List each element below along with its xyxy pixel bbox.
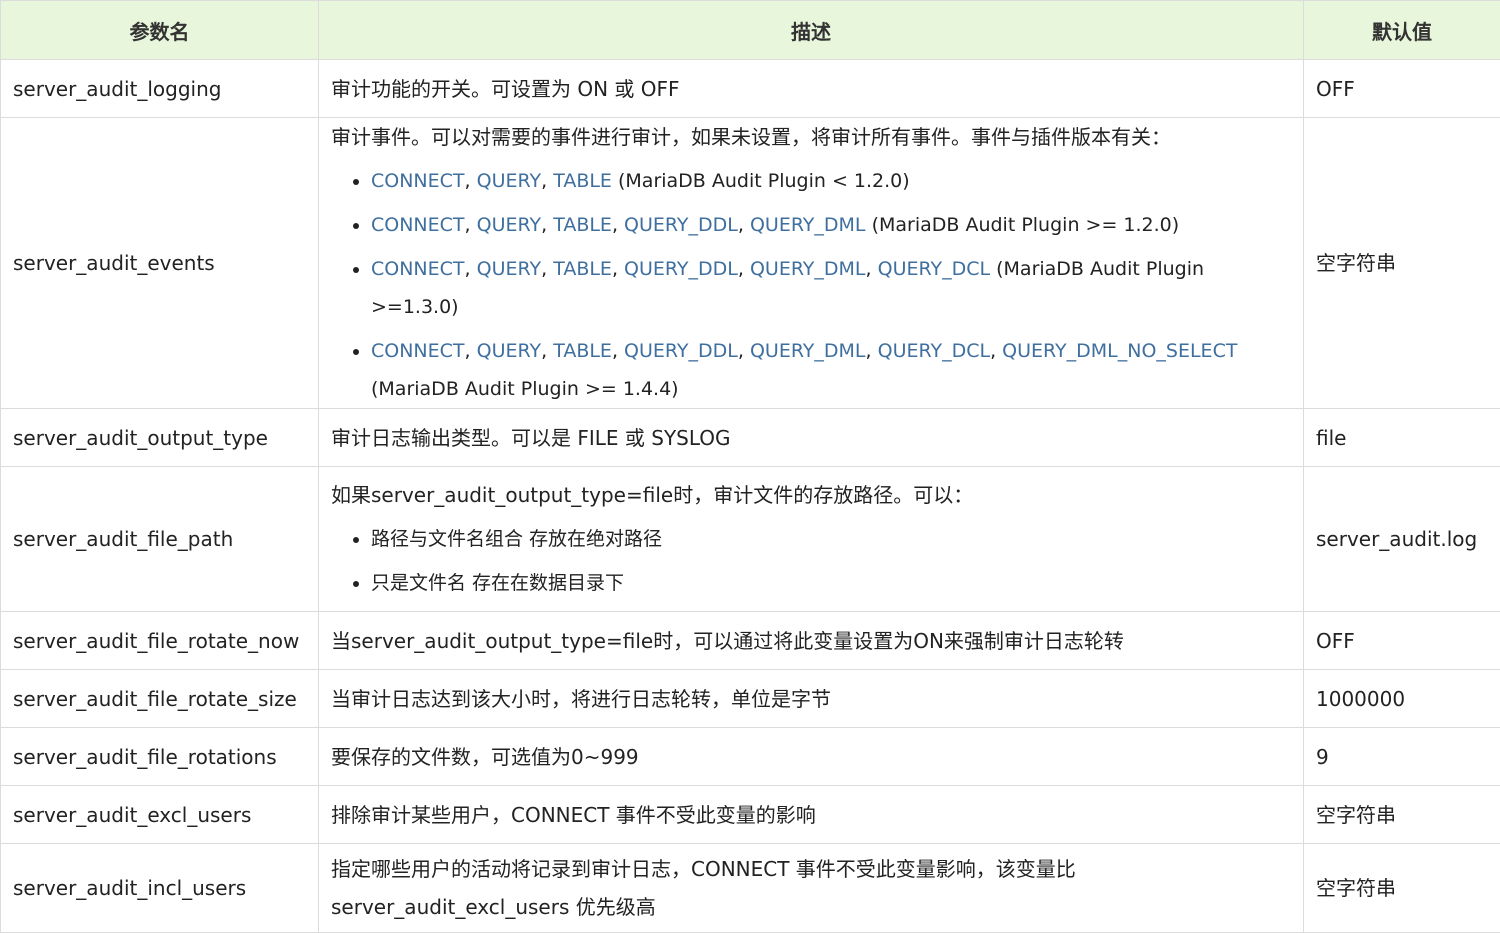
event-keyword: QUERY_DCL — [878, 258, 990, 280]
description-cell: 如果server_audit_output_type=file时，审计文件的存放… — [319, 467, 1304, 612]
description-cell: 当审计日志达到该大小时，将进行日志轮转，单位是字节 — [319, 670, 1304, 728]
table-row: server_audit_logging 审计功能的开关。可设置为 ON 或 O… — [1, 60, 1500, 118]
default-value-cell: OFF — [1304, 60, 1500, 118]
event-keyword: QUERY — [477, 214, 541, 236]
default-value-cell: 空字符串 — [1304, 786, 1500, 844]
param-name-cell: server_audit_excl_users — [1, 786, 319, 844]
param-name-cell: server_audit_events — [1, 118, 319, 409]
description-cell: 审计事件。可以对需要的事件进行审计，如果未设置，将审计所有事件。事件与插件版本有… — [319, 118, 1304, 409]
table-row: server_audit_file_path 如果server_audit_ou… — [1, 467, 1500, 612]
param-name-cell: server_audit_output_type — [1, 409, 319, 467]
param-name-cell: server_audit_incl_users — [1, 844, 319, 933]
default-value-cell: file — [1304, 409, 1500, 467]
event-keyword: TABLE — [553, 340, 612, 362]
table-row: server_audit_incl_users 指定哪些用户的活动将记录到审计日… — [1, 844, 1500, 933]
list-item: CONNECT, QUERY, TABLE, QUERY_DDL, QUERY_… — [371, 332, 1291, 408]
event-keyword: TABLE — [553, 170, 612, 192]
list-item: 路径与文件名组合 存放在绝对路径 — [371, 520, 1291, 558]
description-text: 如果server_audit_output_type=file时，审计文件的存放… — [331, 476, 1291, 514]
param-name-cell: server_audit_file_rotations — [1, 728, 319, 786]
event-keyword: QUERY_DDL — [624, 214, 738, 236]
event-keyword: QUERY_DML_NO_SELECT — [1002, 340, 1237, 362]
event-keyword: CONNECT — [371, 170, 465, 192]
header-default-value: 默认值 — [1304, 1, 1500, 60]
description-cell: 要保存的文件数，可选值为0~999 — [319, 728, 1304, 786]
header-param-name: 参数名 — [1, 1, 319, 60]
event-keyword: QUERY_DDL — [624, 258, 738, 280]
path-options-list: 路径与文件名组合 存放在绝对路径 只是文件名 存在在数据目录下 — [331, 520, 1291, 602]
event-keyword: QUERY — [477, 258, 541, 280]
event-keyword: CONNECT — [371, 340, 465, 362]
event-keyword: TABLE — [553, 214, 612, 236]
description-cell: 审计功能的开关。可设置为 ON 或 OFF — [319, 60, 1304, 118]
description-cell: 当server_audit_output_type=file时，可以通过将此变量… — [319, 612, 1304, 670]
table-row: server_audit_file_rotate_now 当server_aud… — [1, 612, 1500, 670]
list-item: CONNECT, QUERY, TABLE, QUERY_DDL, QUERY_… — [371, 206, 1291, 244]
header-description: 描述 — [319, 1, 1304, 60]
event-keyword: CONNECT — [371, 214, 465, 236]
event-keyword: QUERY_DML — [750, 214, 866, 236]
description-cell: 审计日志输出类型。可以是 FILE 或 SYSLOG — [319, 409, 1304, 467]
table-row: server_audit_events 审计事件。可以对需要的事件进行审计，如果… — [1, 118, 1500, 409]
version-note: (MariaDB Audit Plugin >= 1.4.4) — [371, 378, 679, 400]
default-value-cell: OFF — [1304, 612, 1500, 670]
param-name-cell: server_audit_file_rotate_now — [1, 612, 319, 670]
event-keyword: TABLE — [553, 258, 612, 280]
description-cell: 排除审计某些用户，CONNECT 事件不受此变量的影响 — [319, 786, 1304, 844]
param-name-cell: server_audit_file_rotate_size — [1, 670, 319, 728]
default-value-cell: 空字符串 — [1304, 118, 1500, 409]
event-keyword: QUERY_DDL — [624, 340, 738, 362]
default-value-cell: 1000000 — [1304, 670, 1500, 728]
param-name-cell: server_audit_file_path — [1, 467, 319, 612]
list-item: CONNECT, QUERY, TABLE (MariaDB Audit Plu… — [371, 162, 1291, 200]
table-row: server_audit_file_rotate_size 当审计日志达到该大小… — [1, 670, 1500, 728]
event-keyword: QUERY_DML — [750, 258, 866, 280]
default-value-cell: 9 — [1304, 728, 1500, 786]
header-row: 参数名 描述 默认值 — [1, 1, 1500, 60]
event-keyword: QUERY_DML — [750, 340, 866, 362]
table-row: server_audit_file_rotations 要保存的文件数，可选值为… — [1, 728, 1500, 786]
description-text: 审计事件。可以对需要的事件进行审计，如果未设置，将审计所有事件。事件与插件版本有… — [331, 118, 1291, 156]
default-value-cell: server_audit.log — [1304, 467, 1500, 612]
audit-params-table: 参数名 描述 默认值 server_audit_logging 审计功能的开关。… — [0, 0, 1500, 933]
version-note: (MariaDB Audit Plugin < 1.2.0) — [612, 170, 910, 192]
version-note: (MariaDB Audit Plugin >= 1.2.0) — [866, 214, 1180, 236]
table-row: server_audit_output_type 审计日志输出类型。可以是 FI… — [1, 409, 1500, 467]
event-keyword: CONNECT — [371, 258, 465, 280]
list-item: CONNECT, QUERY, TABLE, QUERY_DDL, QUERY_… — [371, 250, 1291, 326]
table-row: server_audit_excl_users 排除审计某些用户，CONNECT… — [1, 786, 1500, 844]
event-options-list: CONNECT, QUERY, TABLE (MariaDB Audit Plu… — [331, 162, 1291, 408]
list-item: 只是文件名 存在在数据目录下 — [371, 564, 1291, 602]
default-value-cell: 空字符串 — [1304, 844, 1500, 933]
event-keyword: QUERY — [477, 340, 541, 362]
description-cell: 指定哪些用户的活动将记录到审计日志，CONNECT 事件不受此变量影响，该变量比… — [319, 844, 1304, 933]
event-keyword: QUERY_DCL — [878, 340, 990, 362]
event-keyword: QUERY — [477, 170, 541, 192]
param-name-cell: server_audit_logging — [1, 60, 319, 118]
